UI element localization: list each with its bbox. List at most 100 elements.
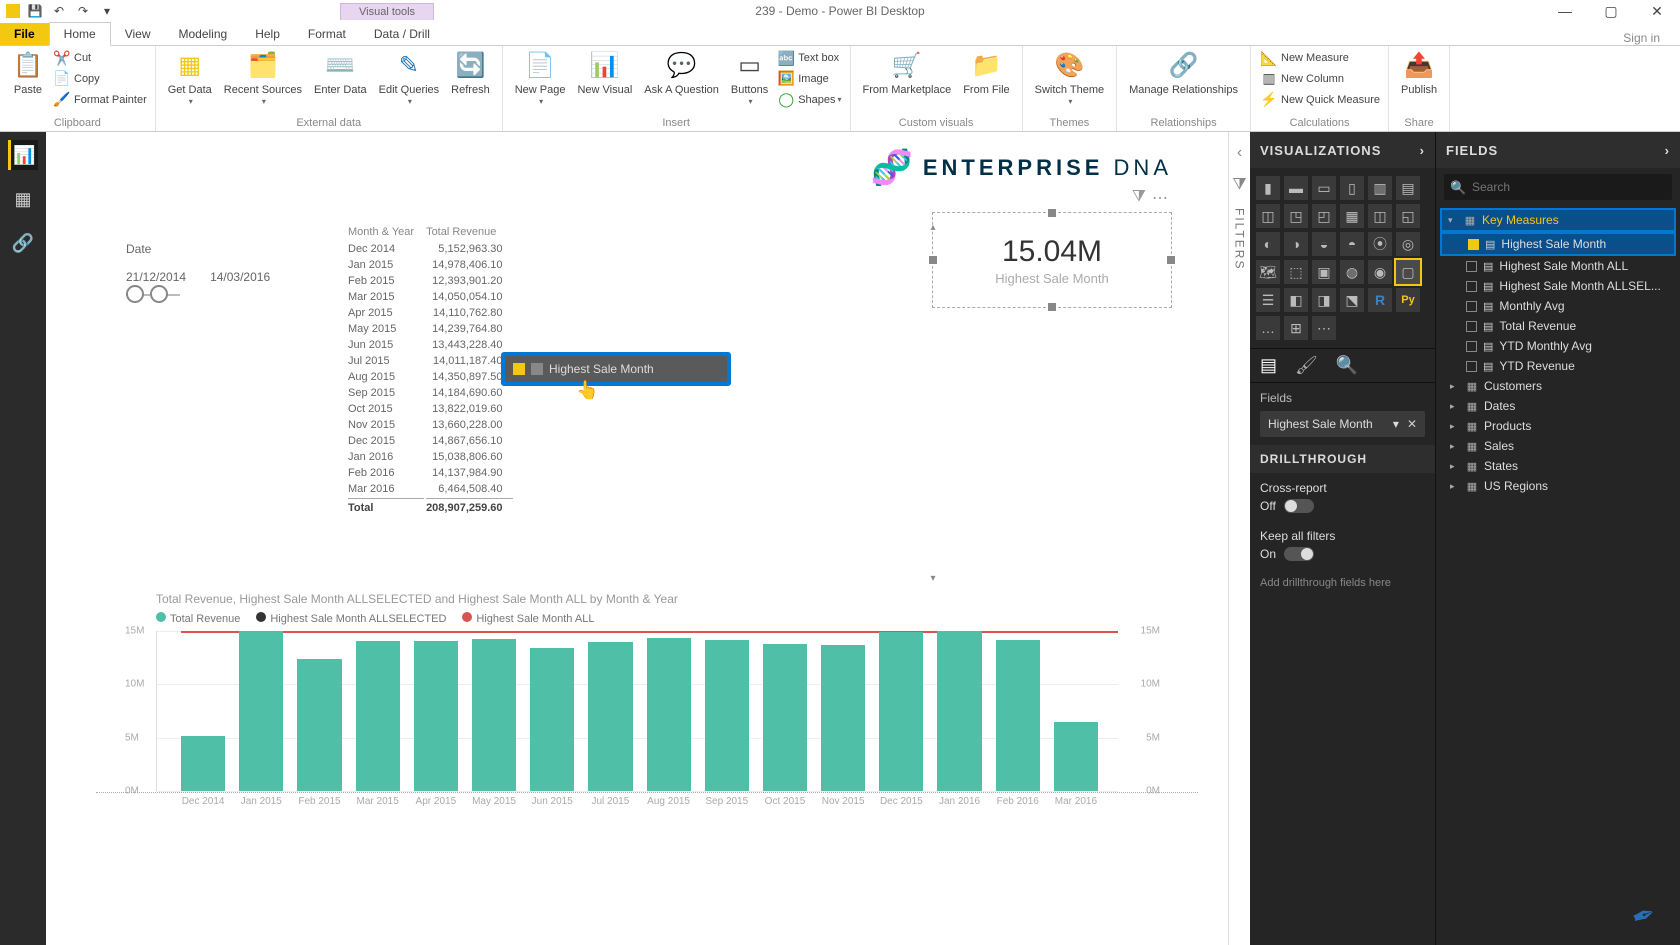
table-scrollbar[interactable]: ▴ ▾ <box>926 222 940 592</box>
table-row[interactable]: Feb 201512,393,901.20 <box>348 274 513 288</box>
new-measure-button[interactable]: 📐New Measure <box>1259 49 1382 67</box>
qat-customise-icon[interactable]: ▾ <box>98 2 116 20</box>
switch-theme-button[interactable]: 🎨Switch Theme <box>1029 48 1111 110</box>
resize-handle[interactable] <box>1048 303 1056 311</box>
table-row[interactable]: Mar 20166,464,508.40 <box>348 482 513 496</box>
bar[interactable]: Oct 2015 <box>763 644 807 791</box>
viz-type-icon[interactable]: ▯ <box>1340 176 1364 200</box>
measure-item[interactable]: ▤YTD Revenue <box>1440 356 1676 376</box>
cross-report-toggle[interactable] <box>1284 499 1314 513</box>
fields-search-input[interactable] <box>1444 174 1672 200</box>
viz-type-icon[interactable]: ◐ <box>1256 232 1280 256</box>
table-item[interactable]: ▸▦Sales <box>1440 436 1676 456</box>
format-tab-icon[interactable]: 🖌 <box>1295 355 1318 376</box>
table-key-measures[interactable]: ▾▦Key Measures <box>1440 208 1676 232</box>
viz-type-icon[interactable]: ◑ <box>1284 232 1308 256</box>
combo-chart-visual[interactable]: Total Revenue, Highest Sale Month ALLSEL… <box>156 592 1158 832</box>
table-item[interactable]: ▸▦Dates <box>1440 396 1676 416</box>
drillthrough-drop-area[interactable]: Add drillthrough fields here <box>1250 569 1435 597</box>
paste-button[interactable]: 📋Paste <box>6 48 50 98</box>
viz-type-icon[interactable]: ◒ <box>1312 232 1336 256</box>
edit-queries-button[interactable]: ✎Edit Queries <box>373 48 446 110</box>
new-page-button[interactable]: 📄New Page <box>509 48 572 110</box>
viz-type-icon[interactable]: ⬚ <box>1284 260 1308 284</box>
table-row[interactable]: Nov 201513,660,228.00 <box>348 418 513 432</box>
new-column-button[interactable]: ▥New Column <box>1259 70 1382 88</box>
checkbox-icon[interactable] <box>1466 301 1477 312</box>
viz-type-icon[interactable]: ▦ <box>1340 204 1364 228</box>
viz-type-icon[interactable]: ◱ <box>1396 204 1420 228</box>
resize-handle[interactable] <box>1048 209 1056 217</box>
format-painter-button[interactable]: 🖌️Format Painter <box>52 91 149 109</box>
filters-pane-collapsed[interactable]: ‹ ⧩ FILTERS <box>1228 132 1250 945</box>
bar[interactable]: Apr 2015 <box>414 641 458 792</box>
new-visual-button[interactable]: 📊New Visual <box>571 48 638 98</box>
viz-type-icon[interactable]: … <box>1256 316 1280 340</box>
measure-item[interactable]: ▤Highest Sale Month <box>1440 232 1676 256</box>
table-item[interactable]: ▸▦US Regions <box>1440 476 1676 496</box>
table-row[interactable]: Sep 201514,184,690.60 <box>348 386 513 400</box>
col-month[interactable]: Month & Year <box>348 224 424 240</box>
viz-type-icon[interactable]: ◨ <box>1312 288 1336 312</box>
viz-type-icon[interactable]: Py <box>1396 288 1420 312</box>
cut-button[interactable]: ✂️Cut <box>52 49 149 67</box>
refresh-button[interactable]: 🔄Refresh <box>445 48 496 98</box>
chevron-right-icon[interactable]: › <box>1420 143 1425 158</box>
viz-type-icon[interactable]: ◉ <box>1368 260 1392 284</box>
checkbox-icon[interactable] <box>1466 361 1477 372</box>
image-button[interactable]: 🖼️Image <box>776 70 843 88</box>
bar[interactable]: Mar 2016 <box>1054 722 1098 791</box>
table-item[interactable]: ▸▦Customers <box>1440 376 1676 396</box>
bar[interactable]: Jun 2015 <box>530 648 574 791</box>
resize-handle[interactable] <box>1167 256 1175 264</box>
more-options-icon[interactable]: ⋯ <box>1152 188 1168 208</box>
report-view-icon[interactable]: 📊 <box>8 140 38 170</box>
buttons-button[interactable]: ▭Buttons <box>725 48 774 110</box>
table-visual[interactable]: Month & YearTotal Revenue Dec 20145,152,… <box>346 222 515 517</box>
get-data-button[interactable]: ▦Get Data <box>162 48 218 110</box>
scroll-up-icon[interactable]: ▴ <box>926 222 940 233</box>
table-row[interactable]: Apr 201514,110,762.80 <box>348 306 513 320</box>
slicer-to[interactable]: 14/03/2016 <box>210 270 270 284</box>
bar[interactable]: May 2015 <box>472 639 516 791</box>
viz-type-icon[interactable]: ⊞ <box>1284 316 1308 340</box>
measure-item[interactable]: ▤Total Revenue <box>1440 316 1676 336</box>
bar[interactable]: Nov 2015 <box>821 645 865 791</box>
tab-view[interactable]: View <box>111 23 165 45</box>
bar[interactable]: Feb 2015 <box>297 659 341 791</box>
shapes-button[interactable]: ◯Shapes <box>776 91 843 109</box>
viz-type-icon[interactable]: ▢ <box>1396 260 1420 284</box>
table-row[interactable]: Jan 201615,038,806.60 <box>348 450 513 464</box>
tab-home[interactable]: Home <box>49 22 111 46</box>
tab-data-drill[interactable]: Data / Drill <box>360 23 444 45</box>
table-item[interactable]: ▸▦Products <box>1440 416 1676 436</box>
report-canvas[interactable]: 🧬 ENTERPRISE DNA ⧩ ⋯ 15.04M Highest Sale… <box>46 132 1228 945</box>
bar[interactable]: Dec 2015 <box>879 632 923 791</box>
viz-type-icon[interactable]: ◫ <box>1256 204 1280 228</box>
manage-relationships-button[interactable]: 🔗Manage Relationships <box>1123 48 1244 98</box>
slicer-from[interactable]: 21/12/2014 <box>126 270 186 284</box>
viz-type-icon[interactable]: ⋯ <box>1312 316 1336 340</box>
sign-in-link[interactable]: Sign in <box>1623 27 1660 45</box>
scroll-down-icon[interactable]: ▾ <box>926 573 940 584</box>
save-icon[interactable]: 💾 <box>26 2 44 20</box>
viz-type-icon[interactable]: ◓ <box>1340 232 1364 256</box>
table-row[interactable]: Feb 201614,137,984.90 <box>348 466 513 480</box>
measure-item[interactable]: ▤Highest Sale Month ALL <box>1440 256 1676 276</box>
from-file-button[interactable]: 📁From File <box>957 48 1015 98</box>
chevron-down-icon[interactable]: ▾ <box>1393 417 1399 431</box>
bar[interactable]: Dec 2014 <box>181 736 225 791</box>
bar[interactable]: Jan 2016 <box>937 631 981 791</box>
publish-button[interactable]: 📤Publish <box>1395 48 1443 98</box>
maximize-button[interactable]: ▢ <box>1588 0 1634 22</box>
viz-type-icon[interactable]: ⦿ <box>1368 232 1392 256</box>
tab-modeling[interactable]: Modeling <box>164 23 241 45</box>
col-revenue[interactable]: Total Revenue <box>426 224 512 240</box>
viz-type-icon[interactable]: ▣ <box>1312 260 1336 284</box>
visualizations-header[interactable]: VISUALIZATIONS› <box>1250 132 1435 168</box>
measure-item[interactable]: ▤Highest Sale Month ALLSEL... <box>1440 276 1676 296</box>
field-well-item[interactable]: Highest Sale Month ▾✕ <box>1260 411 1425 437</box>
redo-icon[interactable]: ↷ <box>74 2 92 20</box>
enter-data-button[interactable]: ⌨️Enter Data <box>308 48 373 98</box>
table-row[interactable]: Aug 201514,350,897.50 <box>348 370 513 384</box>
